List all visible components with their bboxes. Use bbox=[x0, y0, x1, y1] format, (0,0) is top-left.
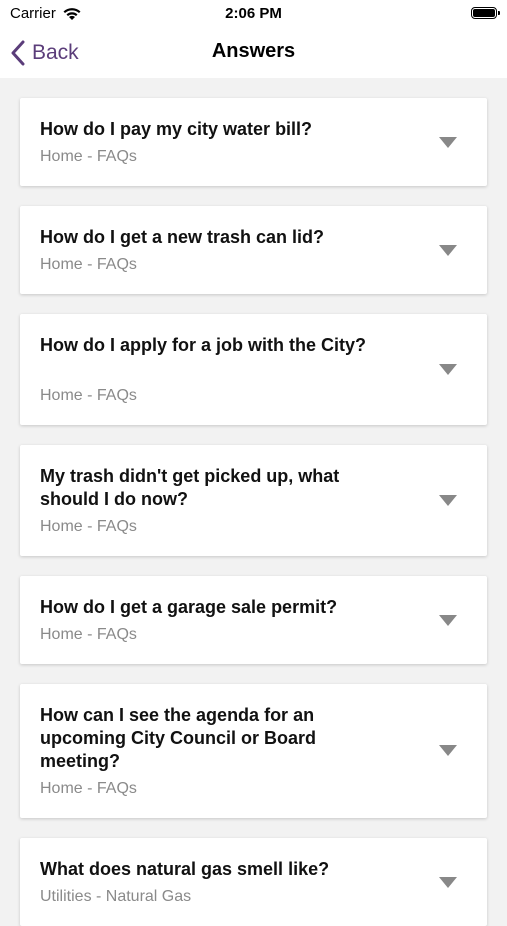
faq-question: What does natural gas smell like? bbox=[40, 859, 330, 879]
faq-card[interactable]: How do I pay my city water bill? Home - … bbox=[20, 98, 487, 186]
navigation-bar: Back Answers bbox=[0, 28, 507, 78]
faq-card[interactable]: How can I see the agenda for an upcoming… bbox=[20, 684, 487, 818]
faq-question: How can I see the agenda for an upcoming… bbox=[40, 705, 317, 771]
faq-card[interactable]: My trash didn't get picked up, what shou… bbox=[20, 445, 487, 556]
faq-question: How do I get a garage sale permit? bbox=[40, 597, 338, 617]
caret-down-icon[interactable] bbox=[439, 877, 457, 888]
faq-card[interactable]: How do I apply for a job with the City? … bbox=[20, 314, 487, 425]
faq-question: How do I get a new trash can lid? bbox=[40, 227, 325, 247]
faq-category: Utilities - Natural Gas bbox=[40, 888, 192, 905]
caret-down-icon[interactable] bbox=[439, 745, 457, 756]
caret-down-icon[interactable] bbox=[439, 364, 457, 375]
caret-down-icon[interactable] bbox=[439, 615, 457, 626]
faq-card[interactable]: What does natural gas smell like? Utilit… bbox=[20, 838, 487, 926]
faq-question: How do I apply for a job with the City? bbox=[40, 335, 366, 355]
status-bar: Carrier 2:06 PM bbox=[0, 0, 507, 28]
faq-card[interactable]: How do I get a new trash can lid? Home -… bbox=[20, 206, 487, 294]
faq-category: Home - FAQs bbox=[40, 626, 137, 643]
caret-down-icon[interactable] bbox=[439, 495, 457, 506]
faq-category: Home - FAQs bbox=[40, 518, 137, 535]
clock: 2:06 PM bbox=[225, 5, 282, 22]
faq-category: Home - FAQs bbox=[40, 148, 137, 165]
faq-category: Home - FAQs bbox=[40, 256, 137, 273]
caret-down-icon[interactable] bbox=[439, 137, 457, 148]
caret-down-icon[interactable] bbox=[439, 245, 457, 256]
faq-category: Home - FAQs bbox=[40, 780, 137, 797]
faq-category: Home - FAQs bbox=[40, 387, 137, 404]
faq-question: My trash didn't get picked up, what shou… bbox=[40, 466, 340, 509]
faq-card[interactable]: How do I get a garage sale permit? Home … bbox=[20, 576, 487, 664]
page-title: Answers bbox=[211, 40, 296, 62]
battery-icon bbox=[471, 7, 500, 19]
faq-question: How do I pay my city water bill? bbox=[40, 119, 313, 139]
